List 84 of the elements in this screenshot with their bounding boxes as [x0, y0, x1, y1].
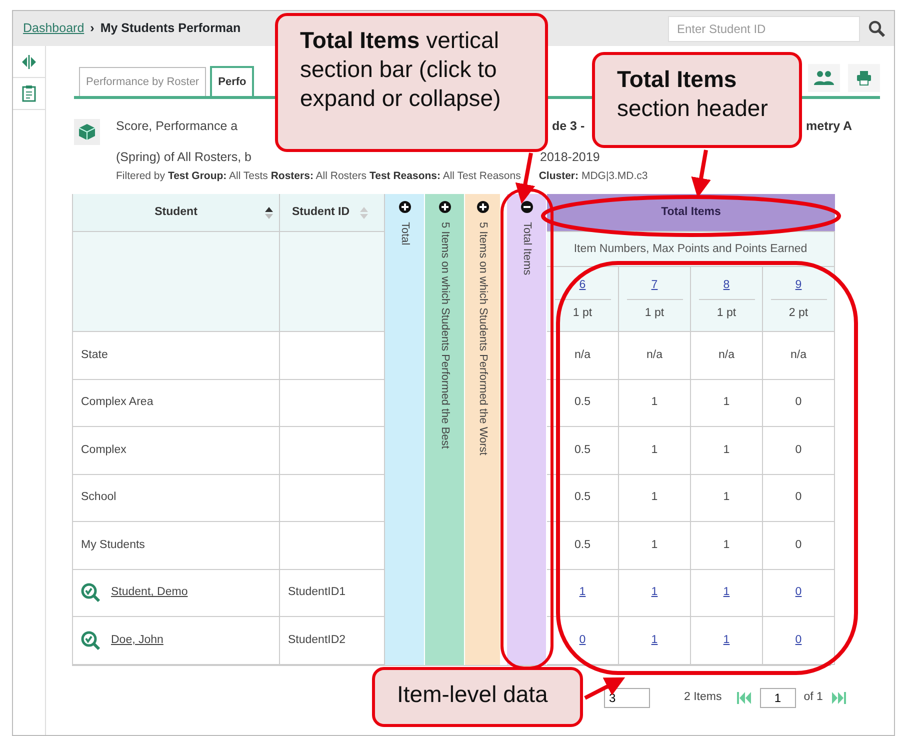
- section-bar-label: Total: [398, 222, 412, 246]
- item-number-link[interactable]: 7: [651, 276, 658, 294]
- score-value: 1: [651, 490, 658, 506]
- report-cube-icon: [74, 119, 100, 145]
- student-search-icon[interactable]: [81, 630, 101, 650]
- score-value: 0: [795, 395, 802, 410]
- score-link[interactable]: 1: [723, 632, 730, 650]
- score-value: 0.5: [574, 490, 590, 506]
- page-title: My Students Performan: [100, 20, 241, 38]
- score-value: 0.5: [574, 538, 590, 553]
- section-bar[interactable]: Total: [385, 194, 425, 665]
- score-value: n/a: [574, 348, 590, 363]
- score-value: 1: [651, 395, 658, 410]
- row-label: School: [81, 490, 116, 506]
- item-count: 2 Items: [684, 690, 722, 706]
- callout-tooltip: Total Items section header: [592, 52, 802, 148]
- section-bar[interactable]: 5 Items on which Students Performed the Worst: [465, 194, 501, 665]
- column-header[interactable]: Student: [154, 204, 198, 222]
- section-bar[interactable]: Total Items: [507, 194, 547, 665]
- filter-summary: Filtered by Test Group: All Tests Rosters: All Rosters Test Reasons: All Test Reasons: [116, 168, 521, 184]
- section-bar[interactable]: 5 Items on which Students Performed the Best: [425, 194, 465, 665]
- max-points: 2 pt: [788, 306, 808, 321]
- tab[interactable]: Performance by Roster: [79, 66, 206, 96]
- score-link[interactable]: 0: [795, 632, 802, 650]
- callout-arrow: [691, 150, 711, 198]
- score-link[interactable]: 1: [651, 632, 658, 650]
- score-value: n/a: [646, 348, 662, 363]
- score-link[interactable]: 1: [651, 584, 658, 602]
- score-value: 1: [651, 538, 658, 553]
- score-link[interactable]: 0: [579, 632, 586, 650]
- score-value: 1: [723, 395, 730, 410]
- section-bar-label: Total Items: [520, 222, 534, 276]
- score-value: 0.5: [574, 395, 590, 410]
- student-search-icon[interactable]: [81, 583, 101, 603]
- section-bar-label: 5 Items on which Students Performed the Best: [438, 222, 452, 450]
- max-points: 1 pt: [716, 306, 736, 321]
- score-value: 1: [723, 490, 730, 506]
- page-total: of 1: [804, 690, 823, 706]
- student-id: StudentID2: [288, 632, 346, 648]
- score-link[interactable]: 1: [723, 584, 730, 602]
- report-title: metry A: [806, 118, 854, 135]
- student-name-link[interactable]: Doe, John: [111, 632, 164, 650]
- print-icon[interactable]: [848, 64, 880, 92]
- report-subtitle: (Spring) of All Rosters, b: [116, 148, 252, 166]
- score-value: 0: [795, 490, 802, 506]
- people-icon[interactable]: [808, 64, 840, 92]
- expand-icon[interactable]: [438, 201, 450, 214]
- breadcrumb-link[interactable]: Dashboard: [23, 19, 84, 38]
- page-number-field[interactable]: 1: [760, 688, 796, 708]
- search-icon[interactable]: [868, 20, 886, 38]
- item-number-link[interactable]: 6: [579, 276, 586, 294]
- report-title: de 3 -: [552, 118, 586, 135]
- max-points: 1 pt: [644, 306, 664, 321]
- score-value: 0.5: [574, 442, 590, 458]
- score-value: 0: [795, 442, 802, 458]
- student-id: StudentID1: [288, 585, 346, 600]
- student-name-link[interactable]: Student, Demo: [111, 584, 188, 602]
- score-value: 0: [795, 538, 802, 553]
- report-title: Score, Performance a: [116, 118, 239, 135]
- expand-icon[interactable]: [476, 201, 488, 214]
- item-number-link[interactable]: 8: [723, 276, 730, 294]
- tab[interactable]: Perfo: [210, 66, 254, 96]
- callout-tooltip: Total Items vertical section bar (click to expand or collapse): [275, 13, 548, 152]
- score-value: 1: [651, 442, 658, 458]
- row-label: Complex Area: [81, 395, 154, 410]
- score-link[interactable]: 0: [795, 584, 802, 602]
- filter-summary: Cluster: MDG|3.MD.c3: [538, 168, 648, 184]
- item-number-link[interactable]: 9: [795, 276, 802, 294]
- search-field[interactable]: Enter Student ID: [668, 16, 860, 42]
- score-value: 1: [723, 442, 730, 458]
- collapse-icon[interactable]: [520, 201, 532, 214]
- section-bar-label: 5 Items on which Students Performed the Worst: [476, 222, 490, 456]
- max-points: 1 pt: [572, 306, 592, 321]
- score-link[interactable]: 1: [579, 584, 586, 602]
- score-value: n/a: [718, 348, 734, 363]
- score-value: 1: [723, 538, 730, 553]
- row-label: My Students: [81, 538, 145, 553]
- score-value: n/a: [790, 348, 806, 363]
- callout-tooltip: Item-level data: [372, 667, 583, 727]
- row-label: State: [81, 348, 108, 363]
- sort-icon[interactable]: [265, 207, 273, 220]
- breadcrumb-separator: ›: [90, 20, 94, 38]
- expand-icon[interactable]: [398, 201, 410, 214]
- row-label: Complex: [81, 442, 126, 458]
